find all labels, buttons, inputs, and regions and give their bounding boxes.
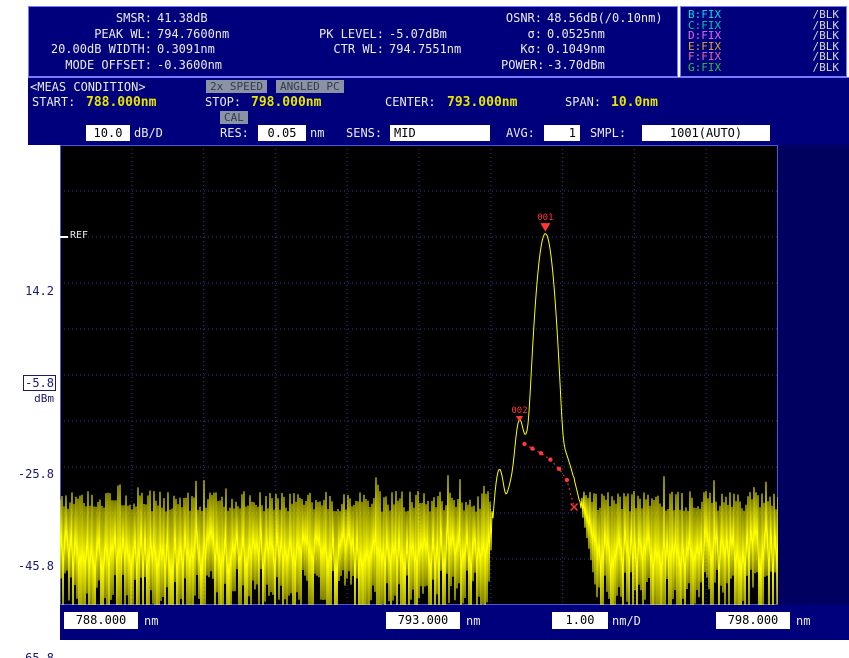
meas-condition-title: <MEAS CONDITION> [30,80,146,94]
start-value: 788.000nm [86,95,156,110]
smpl-value-box[interactable]: 1001(AUTO) [642,125,770,141]
trace-status-panel: B:FIX /BLK C:FIX /BLK D:FIX /BLK E:FIX /… [680,6,847,77]
res-unit: nm [310,125,324,141]
power-label: POWER: [501,58,547,73]
plot-right-gutter [778,145,849,605]
ctr-wl-value: 794.7551nm [389,42,501,57]
peak-marker-002: 002 [511,406,527,422]
mode-offset-value: -0.3600nm [157,58,303,73]
svg-text:002: 002 [511,406,527,416]
span-label: SPAN: [565,94,601,110]
y-axis-unit: dBm [0,392,54,405]
osnr-label: OSNR: [501,11,547,26]
osnr-value: 48.56dB(/0.10nm) [547,11,683,26]
smpl-label: SMPL: [590,125,626,141]
x-axis-stop-box[interactable]: 798.000 [716,612,790,629]
x-axis-start-box[interactable]: 788.000 [64,612,138,629]
k-sigma-label: Kσ: [501,42,547,57]
spacer [389,11,501,26]
start-label: START: [32,94,75,110]
header-row: SMSR: 41.38dB OSNR: 48.56dB(/0.10nm) [31,11,673,26]
y-axis-label: -65.8 [0,651,54,658]
angled-pc-badge: ANGLED PC [276,80,344,93]
svg-text:001: 001 [537,213,553,223]
spectrum-plot-area: 001 002 REF [60,145,778,605]
header-row: 20.00dB WIDTH: 0.3091nm CTR WL: 794.7551… [31,42,673,57]
trace-g-label: G:FIX [688,63,721,74]
spacer [303,58,389,73]
ctr-wl-label: CTR WL: [303,42,389,57]
x-axis: 788.000 nm 793.000 nm 1.00 nm/D 798.000 … [60,605,849,640]
x-axis-scale-box[interactable]: 1.00 [552,612,608,629]
scale-unit: dB/D [134,125,163,141]
ref-level-label: REF [70,230,88,241]
x-axis-scale-unit: nm/D [612,613,641,629]
x-axis-center-unit: nm [466,613,480,629]
x-axis-start-unit: nm [144,613,158,629]
peak-wl-value: 794.7600nm [157,27,303,42]
avg-value-box[interactable]: 1 [544,125,580,141]
x-marker [571,504,578,511]
y-axis: 14.2 -5.8 dBm -25.8 -45.8 -65.8 -85.8 [0,145,60,605]
y-axis-label-top: 14.2 [0,284,54,298]
width-20db-value: 0.3091nm [157,42,303,57]
res-value-box[interactable]: 0.05 [258,125,306,141]
peak-marker-001: 001 [537,213,553,232]
sens-value-box[interactable]: MID [390,125,490,141]
pk-level-value: -5.07dBm [389,27,501,42]
osa-screen: SMSR: 41.38dB OSNR: 48.56dB(/0.10nm) PEA… [0,0,849,658]
sigma-label: σ: [501,27,547,42]
spectrum-plot: 001 002 [60,145,778,605]
fit-dots [522,442,569,482]
header-row: PEAK WL: 794.7600nm PK LEVEL: -5.07dBm σ… [31,27,673,42]
res-label: RES: [220,125,249,141]
k-sigma-value: 0.1049nm [547,42,683,57]
y-axis-label: -25.8 [0,467,54,481]
spacer [389,58,501,73]
cal-badge: CAL [220,111,248,124]
center-label: CENTER: [385,94,436,110]
speed-badge: 2x SPEED [206,80,267,93]
measurement-results-panel: SMSR: 41.38dB OSNR: 48.56dB(/0.10nm) PEA… [28,6,678,77]
header-row: MODE OFFSET: -0.3600nm POWER: -3.70dBm [31,58,673,73]
measurement-condition-bar: <MEAS CONDITION> 2x SPEED ANGLED PC STAR… [28,77,849,145]
smsr-value: 41.38dB [157,11,303,26]
scale-value-box[interactable]: 10.0 [86,125,130,141]
smsr-label: SMSR: [31,11,157,26]
span-value: 10.0nm [611,95,658,110]
spacer [303,11,389,26]
stop-value: 798.000nm [251,95,321,110]
x-axis-stop-unit: nm [796,613,810,629]
avg-label: AVG: [506,125,535,141]
width-20db-label: 20.00dB WIDTH: [31,42,157,57]
trace-g-mode: /BLK [813,63,840,74]
x-axis-center-box[interactable]: 793.000 [386,612,460,629]
mode-offset-label: MODE OFFSET: [31,58,157,73]
pk-level-label: PK LEVEL: [303,27,389,42]
trace-row-g: G:FIX /BLK [688,63,839,74]
y-axis-label: -45.8 [0,559,54,573]
y-axis-ref-level-label: -5.8 [23,375,56,391]
power-value: -3.70dBm [547,58,683,73]
stop-label: STOP: [205,94,241,110]
peak-wl-label: PEAK WL: [31,27,157,42]
sens-label: SENS: [346,125,382,141]
sigma-value: 0.0525nm [547,27,683,42]
center-value: 793.000nm [447,95,517,110]
